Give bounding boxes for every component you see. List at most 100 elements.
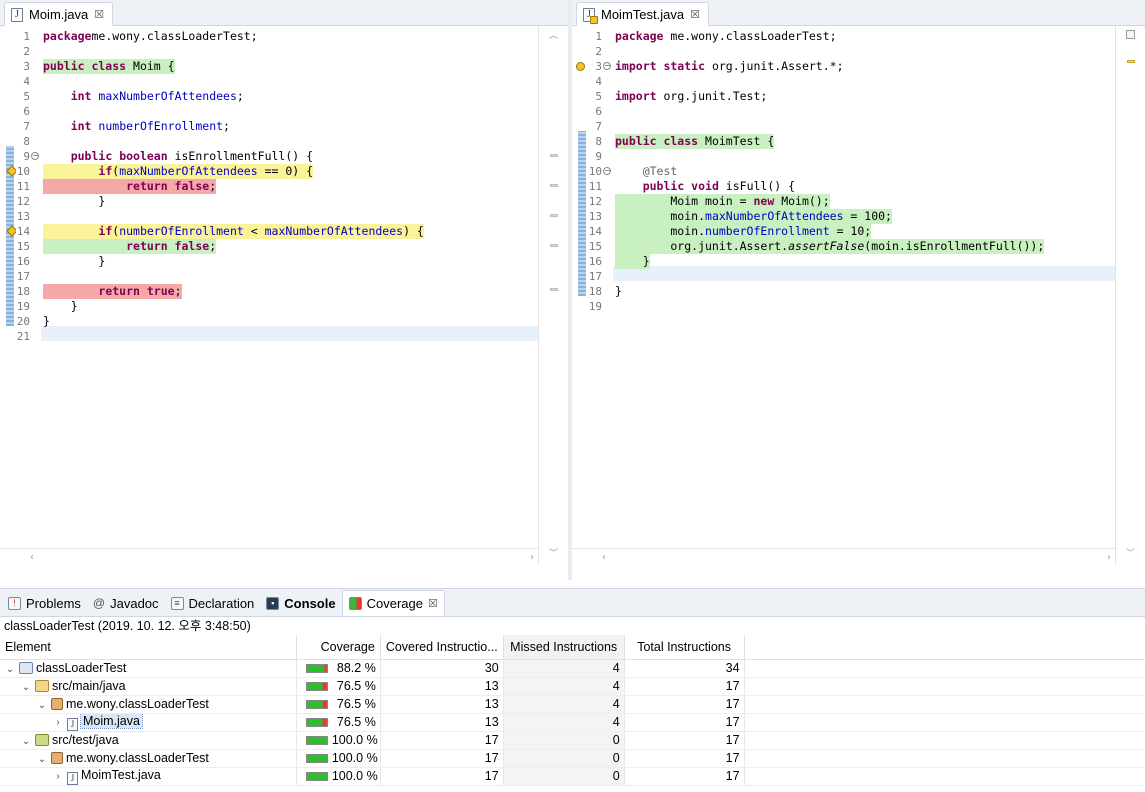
code-line[interactable]: return true; — [43, 284, 182, 299]
code-line[interactable]: public class Moim { — [43, 59, 175, 74]
tab-javadoc[interactable]: @ Javadoc — [87, 590, 165, 616]
expand-toggle-icon[interactable]: ⌄ — [20, 736, 32, 747]
fold-toggle-icon[interactable]: − — [603, 167, 611, 175]
code-line[interactable]: org.junit.Assert.assertFalse(moin.isEnro… — [615, 239, 1045, 254]
coverage-row[interactable]: ⌄ src/main/java 76.5 % 13 4 17 — [0, 677, 1145, 696]
code-line[interactable]: } — [43, 194, 105, 209]
coverage-bar — [305, 664, 328, 673]
warning-lightbulb-icon[interactable] — [576, 62, 585, 71]
column-header-missed[interactable]: Missed Instructions — [503, 635, 625, 660]
column-header-coverage[interactable]: Coverage — [296, 635, 381, 660]
code-line[interactable]: } — [43, 314, 50, 329]
missed-cell: 0 — [503, 731, 625, 750]
code-line[interactable]: import static org.junit.Assert.*; — [615, 59, 844, 74]
code-line[interactable]: } — [43, 299, 78, 314]
column-header-element[interactable]: Element — [0, 635, 297, 660]
code-line[interactable]: packageme.wony.classLoaderTest; — [43, 29, 258, 44]
scroll-left-icon[interactable]: ‹ — [602, 552, 606, 563]
coverage-row[interactable]: ⌄ me.wony.classLoaderTest 76.5 % 13 4 17 — [0, 695, 1145, 714]
scroll-right-icon[interactable]: › — [530, 552, 534, 563]
code-line[interactable]: package me.wony.classLoaderTest; — [615, 29, 837, 44]
element-cell[interactable]: ⌄ me.wony.classLoaderTest — [0, 749, 297, 768]
overview-mark[interactable] — [550, 244, 558, 247]
fold-toggle-icon[interactable]: − — [31, 152, 39, 160]
filler-cell — [744, 677, 1145, 696]
overview-mark[interactable] — [550, 214, 558, 217]
code-area[interactable]: 1 2 3−4 5 6 7 8 9 10−11 12 13 14 15 16 17 18 19 package … — [572, 26, 1145, 564]
code-line[interactable]: return false; — [43, 239, 217, 254]
scroll-left-icon[interactable]: ‹ — [30, 552, 34, 563]
element-cell[interactable]: ⌄ me.wony.classLoaderTest — [0, 695, 297, 714]
expand-toggle-icon[interactable]: ⌄ — [36, 754, 48, 765]
close-icon[interactable]: ☒ — [94, 8, 104, 21]
coverage-row[interactable]: ⌄ classLoaderTest 88.2 % 30 4 34 — [0, 659, 1145, 678]
code-area[interactable]: 1 2 3 4 5 6 7 8 9−10 11 12 13 14 15 16 17 18 19 20 21 packa… — [0, 26, 568, 564]
overview-mark[interactable] — [550, 184, 558, 187]
code-line[interactable]: Moim moin = new Moim(); — [615, 194, 830, 209]
element-cell[interactable]: ⌄ classLoaderTest — [0, 659, 297, 678]
code-line[interactable]: } — [43, 254, 105, 269]
code-line[interactable]: public void isFull() { — [615, 179, 795, 194]
scroll-right-icon[interactable]: › — [1107, 552, 1111, 563]
element-cell[interactable]: › J MoimTest.java — [0, 767, 297, 786]
code-lines[interactable]: package me.wony.classLoaderTest; import s… — [613, 26, 1115, 564]
coverage-table: Element Coverage Covered Instructio... M… — [0, 635, 1145, 786]
coverage-percent: 88.2 % — [336, 661, 376, 675]
expand-toggle-icon[interactable]: › — [52, 717, 64, 728]
fold-toggle-icon[interactable]: − — [603, 62, 611, 70]
line-number: 4 — [23, 75, 30, 88]
close-icon[interactable]: ☒ — [690, 8, 700, 21]
tab-coverage[interactable]: Coverage ☒ — [341, 590, 445, 616]
vertical-scrollbar[interactable]: ︿ ﹀ — [538, 26, 568, 564]
line-number: 5 — [595, 90, 602, 103]
package-icon — [51, 752, 63, 764]
coverage-row[interactable]: › J MoimTest.java 100.0 % 17 0 17 — [0, 767, 1145, 786]
coverage-row[interactable]: ⌄ me.wony.classLoaderTest 100.0 % 17 0 17 — [0, 749, 1145, 768]
code-line[interactable]: @Test — [615, 164, 678, 179]
expand-toggle-icon[interactable]: ⌄ — [20, 682, 32, 693]
scroll-down-icon[interactable]: ﹀ — [549, 546, 558, 559]
code-line[interactable]: public boolean isEnrollmentFull() { — [43, 149, 313, 164]
element-cell[interactable]: › J Moim.java — [0, 713, 297, 732]
expand-toggle-icon[interactable]: › — [52, 771, 64, 782]
code-line[interactable]: int numberOfEnrollment; — [43, 119, 230, 134]
overview-summary-icon[interactable] — [1126, 30, 1135, 39]
column-header-total[interactable]: Total Instructions — [624, 635, 745, 660]
expand-toggle-icon[interactable]: ⌄ — [36, 700, 48, 711]
code-lines[interactable]: packageme.wony.classLoaderTest; public cl… — [41, 26, 538, 564]
tab-declaration[interactable]: ≡ Declaration — [165, 590, 261, 616]
code-line[interactable]: if(maxNumberOfAttendees == 0) { — [43, 164, 314, 179]
line-number: 14 — [588, 225, 602, 238]
code-line[interactable]: moin.maxNumberOfAttendees = 100; — [615, 209, 892, 224]
vertical-scrollbar[interactable]: ﹀ — [1115, 26, 1145, 564]
code-line[interactable]: } — [615, 254, 650, 269]
code-line[interactable]: if(numberOfEnrollment < maxNumberOfAtten… — [43, 224, 424, 239]
coverage-row[interactable]: ⌄ src/test/java 100.0 % 17 0 17 — [0, 731, 1145, 750]
expand-toggle-icon[interactable]: ⌄ — [4, 664, 16, 675]
code-line[interactable]: } — [615, 284, 622, 299]
coverage-row[interactable]: › J Moim.java 76.5 % 13 4 17 — [0, 713, 1145, 732]
tab-console[interactable]: ▪ Console — [260, 590, 341, 616]
code-line[interactable]: import org.junit.Test; — [615, 89, 767, 104]
code-line[interactable]: public class MoimTest { — [615, 134, 775, 149]
tab-problems[interactable]: ! Problems — [2, 590, 87, 616]
element-cell[interactable]: ⌄ src/test/java — [0, 731, 297, 750]
code-line[interactable]: moin.numberOfEnrollment = 10; — [615, 224, 872, 239]
scroll-down-icon[interactable]: ﹀ — [1126, 546, 1135, 559]
code-line[interactable]: int maxNumberOfAttendees; — [43, 89, 244, 104]
scroll-up-icon[interactable]: ︿ — [549, 28, 558, 41]
coverage-session-label: classLoaderTest (2019. 10. 12. 오후 3:48:5… — [4, 619, 251, 633]
code-line[interactable]: return false; — [43, 179, 217, 194]
horizontal-scrollbar[interactable]: ‹ › — [0, 548, 538, 564]
column-header-covered[interactable]: Covered Instructio... — [380, 635, 504, 660]
element-name: MoimTest.java — [81, 767, 161, 782]
tab-moim-java[interactable]: J Moim.java ☒ — [4, 2, 114, 26]
element-cell[interactable]: ⌄ src/main/java — [0, 677, 297, 696]
tab-moimtest-java[interactable]: J MoimTest.java ☒ — [576, 2, 709, 26]
overview-mark[interactable] — [550, 154, 558, 157]
covered-cell: 30 — [380, 659, 504, 678]
close-icon[interactable]: ☒ — [428, 597, 438, 610]
warning-mark[interactable] — [1127, 60, 1135, 63]
horizontal-scrollbar[interactable]: ‹ › — [572, 548, 1115, 564]
overview-mark[interactable] — [550, 288, 558, 291]
